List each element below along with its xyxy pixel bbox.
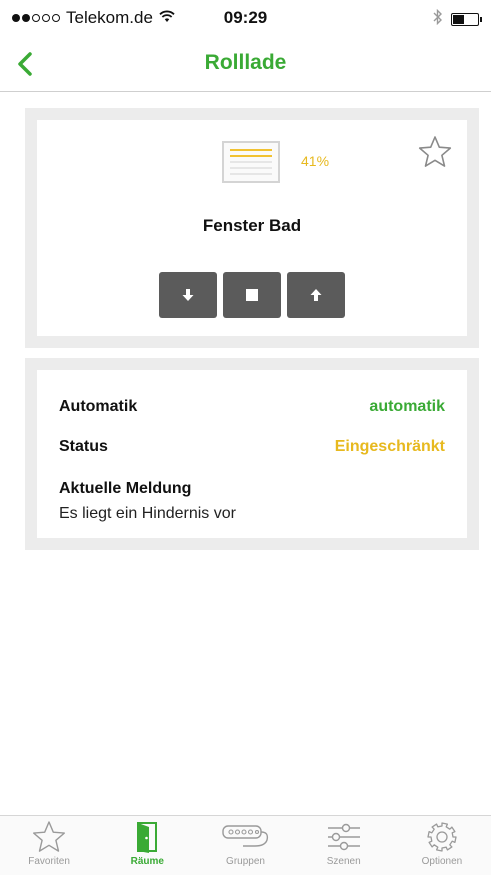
navigation-bar: Rolllade — [0, 40, 491, 92]
tab-label: Gruppen — [226, 856, 265, 867]
gear-icon — [427, 822, 457, 852]
tab-label: Optionen — [421, 856, 463, 867]
arrow-down-icon — [182, 289, 194, 301]
info-card: Automatik automatik Status Eingeschränkt… — [25, 358, 479, 550]
message-label: Aktuelle Meldung — [59, 480, 192, 497]
door-icon — [137, 822, 158, 853]
power-strip-icon — [221, 825, 268, 847]
star-outline-icon — [418, 136, 452, 167]
tab-label: Szenen — [326, 856, 361, 867]
status-bar: Telekom.de 09:29 — [0, 0, 491, 40]
message-text: Es liegt ein Hindernis vor — [59, 505, 236, 522]
shutter-up-button[interactable] — [287, 272, 345, 318]
tab-szenen[interactable]: Szenen — [295, 816, 393, 875]
bluetooth-icon — [433, 8, 443, 30]
star-icon — [33, 821, 66, 852]
stop-square-icon — [246, 289, 258, 301]
shutter-down-button[interactable] — [159, 272, 217, 318]
roller-shutter-icon — [222, 141, 280, 183]
page-title: Rolllade — [204, 51, 287, 74]
favorite-button[interactable] — [417, 134, 453, 170]
automatik-value: automatik — [369, 398, 445, 415]
tab-gruppen[interactable]: Gruppen — [196, 816, 294, 875]
info-card-content: Automatik automatik Status Eingeschränkt… — [37, 370, 467, 538]
shutter-controls — [159, 272, 345, 318]
device-name: Fenster Bad — [202, 216, 302, 235]
automatik-label: Automatik — [59, 398, 138, 415]
shutter-stop-button[interactable] — [223, 272, 281, 318]
battery-level — [453, 15, 464, 24]
sliders-icon — [327, 823, 360, 851]
status-row: Status Eingeschränkt — [59, 438, 445, 456]
tab-optionen[interactable]: Optionen — [393, 816, 491, 875]
tab-favoriten[interactable]: Favoriten — [0, 816, 98, 875]
arrow-up-icon — [310, 289, 322, 301]
status-label: Status — [59, 438, 108, 455]
battery-icon — [451, 13, 482, 26]
status-value: Eingeschränkt — [334, 438, 445, 455]
clock: 09:29 — [223, 8, 268, 27]
tab-raeume[interactable]: Räume — [98, 816, 196, 875]
tab-label: Favoriten — [28, 856, 70, 867]
automatik-row: Automatik automatik — [59, 398, 445, 416]
device-card-content: 41% Fenster Bad — [37, 120, 467, 336]
shutter-position: 41% — [301, 153, 330, 169]
tab-bar: Favoriten Räume Gruppen Szenen Optionen — [0, 815, 491, 875]
system-indicators — [433, 8, 482, 30]
tab-label: Räume — [130, 856, 164, 867]
device-card: 41% Fenster Bad — [25, 108, 479, 348]
